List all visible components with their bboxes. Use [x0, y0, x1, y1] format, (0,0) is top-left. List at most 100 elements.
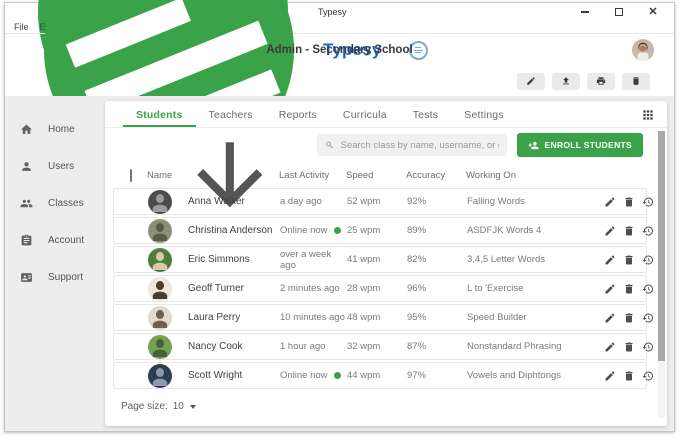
row-edit-button[interactable] [604, 225, 616, 237]
sidebar-item-account[interactable]: Account [5, 222, 99, 259]
row-history-button[interactable] [642, 254, 654, 266]
minimize-button[interactable] [580, 7, 590, 17]
table-row[interactable]: Geoff Turner 2 minutes ago 28 wpm 96% L … [113, 275, 647, 302]
row-history-button[interactable] [642, 225, 654, 237]
table-row[interactable]: Nancy Cook 1 hour ago 32 wpm 87% Nonstan… [113, 333, 647, 360]
sidebar-item-users[interactable]: Users [5, 148, 99, 185]
enroll-students-button[interactable]: ENROLL STUDENTS [517, 133, 643, 157]
column-header-last-activity[interactable]: Last Activity [279, 170, 346, 181]
row-history-button[interactable] [642, 341, 654, 353]
group-icon [20, 197, 33, 210]
row-edit-button[interactable] [604, 341, 616, 353]
last-activity: 2 minutes ago [280, 283, 347, 294]
sidebar-item-home[interactable]: Home [5, 111, 99, 148]
speed: 32 wpm [347, 341, 407, 352]
row-history-button[interactable] [642, 370, 654, 382]
tab-tests[interactable]: Tests [400, 101, 452, 127]
grid-view-icon[interactable] [641, 108, 655, 122]
column-header-name[interactable]: Name [147, 170, 172, 181]
working-on: Falling Words [467, 196, 594, 207]
speed: 28 wpm [347, 283, 407, 294]
vertical-scrollbar[interactable] [658, 131, 665, 418]
row-edit-button[interactable] [604, 312, 616, 324]
table-row[interactable]: Scott Wright Online now 44 wpm 97% Vowel… [113, 362, 647, 389]
speed: 52 wpm [347, 196, 407, 207]
accuracy: 82% [407, 254, 467, 265]
last-activity: Online now [280, 225, 347, 236]
row-edit-button[interactable] [604, 196, 616, 208]
select-all-checkbox[interactable] [130, 169, 132, 182]
printer-icon [596, 76, 606, 86]
row-history-button[interactable] [642, 283, 654, 295]
toolbar-actions [517, 73, 650, 90]
row-delete-button[interactable] [623, 283, 635, 295]
student-name: Christina Anderson [188, 225, 280, 236]
working-on: ASDFJK Words 4 [467, 225, 594, 236]
working-on: Nonstandard Phrasing [467, 341, 594, 352]
row-delete-button[interactable] [623, 312, 635, 324]
row-delete-button[interactable] [623, 341, 635, 353]
profile-avatar[interactable] [632, 39, 654, 61]
trash-icon [631, 76, 641, 86]
accuracy: 96% [407, 283, 467, 294]
sidebar-item-classes[interactable]: Classes [5, 185, 99, 222]
row-history-button[interactable] [642, 196, 654, 208]
toolbar-export-button[interactable] [552, 73, 580, 90]
tab-reports[interactable]: Reports [266, 101, 330, 127]
app-window: Typesy ✕ FileEditViewWindowHelp Typesy A… [4, 2, 675, 432]
row-edit-button[interactable] [604, 370, 616, 382]
column-header-accuracy[interactable]: Accuracy [406, 170, 466, 181]
working-on: Vowels and Diphtongs [467, 370, 594, 381]
last-activity: Online now [280, 370, 347, 381]
toolbar-edit-button[interactable] [517, 73, 545, 90]
row-delete-button[interactable] [623, 196, 635, 208]
sidebar: Home Users Classes Account Support [5, 96, 99, 431]
speed: 48 wpm [347, 312, 407, 323]
student-name: Geoff Turner [188, 283, 280, 294]
row-delete-button[interactable] [623, 225, 635, 237]
accuracy: 92% [407, 196, 467, 207]
toolbar-print-button[interactable] [587, 73, 615, 90]
app-header: Typesy Admin - Secondary School [5, 34, 674, 66]
working-on: L to 'Exercise [467, 283, 594, 294]
column-header-working-on[interactable]: Working On [466, 170, 593, 181]
last-activity: a day ago [280, 196, 347, 207]
tab-students[interactable]: Students [123, 101, 196, 127]
tab-settings[interactable]: Settings [451, 101, 517, 127]
online-dot [334, 372, 341, 379]
search-input[interactable] [341, 140, 499, 151]
maximize-button[interactable] [614, 7, 624, 17]
student-name: Scott Wright [188, 370, 280, 381]
student-avatar [148, 277, 172, 301]
row-edit-button[interactable] [604, 283, 616, 295]
row-edit-button[interactable] [604, 254, 616, 266]
chevron-down-icon [190, 405, 196, 409]
students-table: Name Last Activity Speed Accuracy Workin… [105, 162, 667, 412]
row-delete-button[interactable] [623, 370, 635, 382]
online-dot [334, 227, 341, 234]
search-icon [325, 140, 334, 150]
student-name: Anna Walker [188, 196, 280, 207]
row-history-button[interactable] [642, 312, 654, 324]
speed: 25 wpm [347, 225, 407, 236]
student-name: Laura Perry [188, 312, 280, 323]
sidebar-item-support[interactable]: Support [5, 259, 99, 296]
student-avatar [148, 335, 172, 359]
table-row[interactable]: Eric Simmons over a week ago 41 wpm 82% … [113, 246, 647, 273]
scrollbar-thumb[interactable] [658, 131, 665, 361]
toolbar-delete-button[interactable] [622, 73, 650, 90]
clipboard-icon [20, 234, 33, 247]
table-row[interactable]: Laura Perry 10 minutes ago 48 wpm 95% Sp… [113, 304, 647, 331]
person-add-icon [528, 140, 539, 151]
column-header-speed[interactable]: Speed [346, 170, 406, 181]
sort-desc-icon[interactable] [181, 126, 279, 224]
tab-teachers[interactable]: Teachers [196, 101, 266, 127]
page-size-select[interactable]: 10 [173, 401, 196, 412]
body-area: Home Users Classes Account Support Stude… [5, 96, 674, 431]
accuracy: 87% [407, 341, 467, 352]
accuracy: 95% [407, 312, 467, 323]
tab-curricula[interactable]: Curricula [330, 101, 400, 127]
row-delete-button[interactable] [623, 254, 635, 266]
close-button[interactable]: ✕ [648, 7, 658, 17]
accuracy: 97% [407, 370, 467, 381]
